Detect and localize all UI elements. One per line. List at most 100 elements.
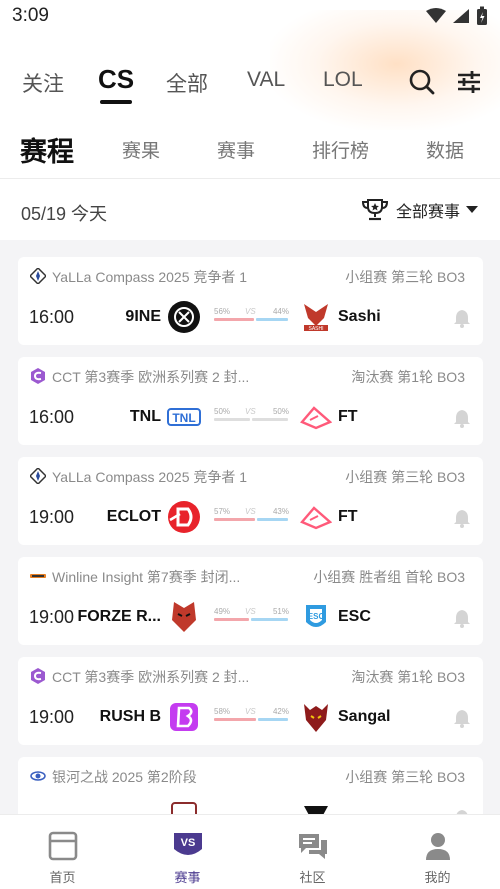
team-a-bar <box>214 318 254 321</box>
team-b-bar <box>251 618 288 621</box>
match-card[interactable]: CCT 第3赛季 欧洲系列赛 2 封... 淘汰赛 第1轮 BO3 16:00 … <box>18 357 483 445</box>
team-b-bar <box>257 518 288 521</box>
league-name: CCT 第3赛季 欧洲系列赛 2 封... <box>52 369 250 385</box>
vs-label: VS <box>245 407 256 416</box>
tab-follow[interactable]: 关注 <box>22 68 64 98</box>
team-b-logo: ESC <box>306 605 326 627</box>
tab-events[interactable]: 赛事 <box>217 136 255 163</box>
team-a-percent: 50% <box>214 407 231 416</box>
team-a-percent: 49% <box>214 607 231 616</box>
event-filter-button[interactable]: 全部赛事 <box>360 198 478 222</box>
bell-icon[interactable] <box>452 408 472 428</box>
nav-home[interactable]: 首页 <box>0 815 125 889</box>
tab-ranking[interactable]: 排行榜 <box>312 136 369 163</box>
nav-events[interactable]: VS 赛事 <box>125 815 250 889</box>
match-time: 16:00 <box>29 307 75 327</box>
cct-icon <box>31 368 45 384</box>
prediction-bar <box>214 418 288 421</box>
team-a-bar <box>214 518 255 521</box>
home-icon <box>48 831 78 861</box>
bell-icon[interactable] <box>452 708 472 728</box>
match-card[interactable]: Winline Insight 第7赛季 封闭... 小组赛 胜者组 首轮 BO… <box>18 557 483 645</box>
tab-stats[interactable]: 数据 <box>426 136 464 163</box>
tab-all[interactable]: 全部 <box>166 68 208 98</box>
chat-icon <box>299 834 327 859</box>
team-b-bar <box>256 318 288 321</box>
match-card[interactable]: YaLLa Compass 2025 竞争者 1 小组赛 第三轮 BO3 19:… <box>18 457 483 545</box>
divider <box>0 178 500 179</box>
match-stage: 小组赛 第三轮 BO3 <box>345 269 465 285</box>
nav-profile[interactable]: 我的 <box>375 815 500 889</box>
team-b-percent: 44% <box>272 307 289 316</box>
tab-lol[interactable]: LOL <box>323 68 363 92</box>
match-stage: 小组赛 第三轮 BO3 <box>345 469 465 485</box>
team-b-bar <box>252 418 288 421</box>
caret-down-icon <box>466 206 478 213</box>
team-b-percent: 50% <box>272 407 289 416</box>
tab-results[interactable]: 赛果 <box>122 136 160 163</box>
match-card[interactable]: YaLLa Compass 2025 竞争者 1 小组赛 第三轮 BO3 16:… <box>18 257 483 345</box>
match-time: 19:00 <box>29 707 75 727</box>
match-stage: 淘汰赛 第1轮 BO3 <box>351 369 465 385</box>
vs-label: VS <box>245 707 256 716</box>
match-stage: 淘汰赛 第1轮 BO3 <box>351 669 465 685</box>
team-b-logo <box>304 704 328 732</box>
team-b-name: ESC <box>338 608 371 625</box>
nav-community[interactable]: 社区 <box>250 815 375 889</box>
status-time: 3:09 <box>12 5 49 26</box>
league-name: Winline Insight 第7赛季 封闭... <box>52 569 241 585</box>
bell-icon[interactable] <box>452 308 472 328</box>
trophy-icon <box>361 199 388 221</box>
prediction-bar <box>214 318 288 321</box>
team-b-percent: 43% <box>272 507 289 516</box>
compass-icon <box>30 468 46 484</box>
team-a-logo <box>168 301 200 333</box>
svg-text:ESC: ESC <box>308 612 325 621</box>
team-a-percent: 56% <box>214 307 231 316</box>
vs-label: VS <box>245 607 256 616</box>
nav-home-label: 首页 <box>49 870 76 885</box>
person-icon <box>426 833 450 860</box>
tab-cs-underline <box>100 100 132 104</box>
league-name: YaLLa Compass 2025 竞争者 1 <box>52 469 248 485</box>
nav-profile-label: 我的 <box>424 870 451 885</box>
bell-icon[interactable] <box>452 608 472 628</box>
team-a-logo: TNL <box>167 408 201 426</box>
match-time: 16:00 <box>29 407 75 427</box>
bell-icon[interactable] <box>452 508 472 528</box>
galaxy-icon <box>30 771 46 781</box>
prediction-bar <box>214 618 288 621</box>
svg-text:SASHI: SASHI <box>308 326 323 332</box>
search-icon[interactable] <box>408 68 436 96</box>
team-a-name: ECLOT <box>106 508 161 525</box>
svg-text:VS: VS <box>181 837 196 849</box>
match-stage: 小组赛 第三轮 BO3 <box>345 769 465 785</box>
nav-events-label: 赛事 <box>174 870 201 885</box>
tab-val[interactable]: VAL <box>247 68 285 92</box>
date-row: 05/19 今天 全部赛事 <box>0 180 500 240</box>
team-b-percent: 51% <box>272 607 289 616</box>
team-b-percent: 42% <box>272 707 289 716</box>
signal-icon <box>453 9 469 23</box>
vs-label: VS <box>245 507 256 516</box>
team-b-name: FT <box>338 408 358 425</box>
team-a-name: TNL <box>129 408 161 425</box>
date-label: 05/19 今天 <box>21 204 108 224</box>
settings-sliders-icon[interactable] <box>455 68 483 96</box>
team-a-logo <box>172 602 196 632</box>
vs-label: VS <box>245 307 256 316</box>
team-b-logo: SASHI <box>304 304 328 332</box>
team-b-name: Sangal <box>338 708 391 725</box>
league-name: YaLLa Compass 2025 竞争者 1 <box>52 269 248 285</box>
team-a-logo <box>170 703 198 731</box>
match-card[interactable]: CCT 第3赛季 欧洲系列赛 2 封... 淘汰赛 第1轮 BO3 19:00 … <box>18 657 483 745</box>
league-name: CCT 第3赛季 欧洲系列赛 2 封... <box>52 669 250 685</box>
tab-cs[interactable]: CS <box>98 64 134 95</box>
tab-schedule[interactable]: 赛程 <box>20 130 74 169</box>
team-a-name: FORZE R... <box>77 608 161 625</box>
status-icons <box>426 6 488 26</box>
team-a-bar <box>214 418 250 421</box>
team-b-name: FT <box>338 508 358 525</box>
filter-label: 全部赛事 <box>395 204 460 221</box>
match-time: 19:00 <box>29 607 75 627</box>
